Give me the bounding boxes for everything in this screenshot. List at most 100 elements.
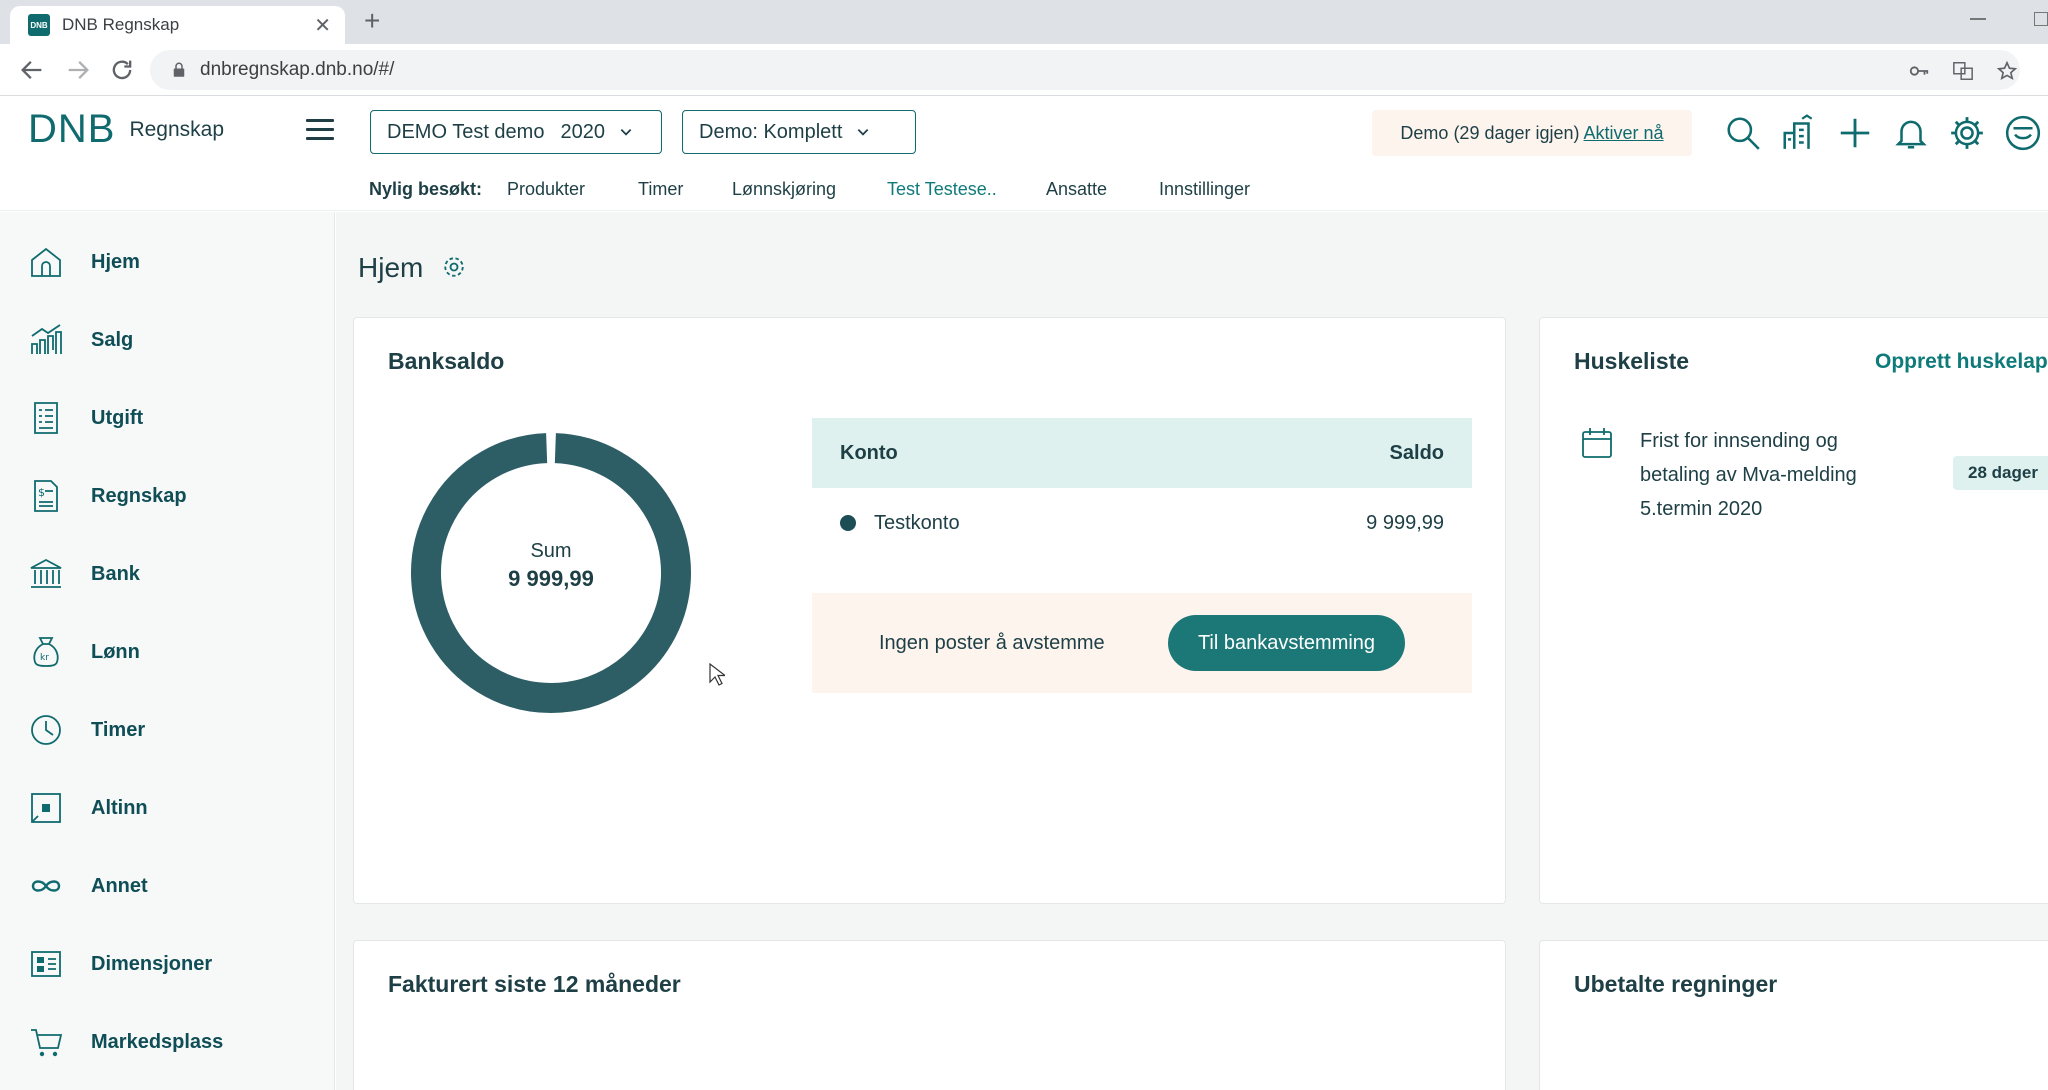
fakturert-title: Fakturert siste 12 måneder: [388, 971, 681, 997]
sidebar-item-timer[interactable]: Timer: [0, 700, 335, 760]
donut-sum-value: 9 999,99: [508, 566, 594, 591]
sidebar-item-markedsplass[interactable]: Markedsplass: [0, 1012, 335, 1072]
back-arrow-icon[interactable]: [18, 56, 46, 84]
plan-select[interactable]: Demo: Komplett: [682, 110, 916, 154]
key-icon[interactable]: [1908, 60, 1930, 82]
new-tab-icon[interactable]: +: [364, 6, 380, 36]
recent-link-innstillinger[interactable]: Innstillinger: [1159, 179, 1250, 200]
sidebar-label: Lønn: [91, 640, 140, 663]
company-select-label: DEMO Test demo: [387, 120, 545, 143]
logo-text: DNB: [28, 107, 116, 151]
sidebar-label: Annet: [91, 874, 148, 897]
browser-tab[interactable]: DNB DNB Regnskap ✕: [10, 6, 345, 44]
menu-icon[interactable]: [306, 119, 334, 143]
sidebar-item-utgift[interactable]: Utgift: [0, 388, 335, 448]
sidebar-item-dimensjoner[interactable]: Dimensjoner: [0, 934, 335, 994]
app-header: DNB Regnskap DEMO Test demo 2020 Demo: K…: [0, 97, 2048, 169]
column-header-konto: Konto: [840, 441, 898, 464]
mouse-cursor-icon: [709, 663, 725, 686]
sidebar-item-hjem[interactable]: Hjem: [0, 232, 335, 292]
recent-link-test-testese[interactable]: Test Testese..: [887, 179, 997, 200]
tab-close-icon[interactable]: ✕: [314, 13, 331, 38]
dnb-favicon-icon: DNB: [28, 14, 50, 36]
recent-link-produkter[interactable]: Produkter: [507, 179, 585, 200]
sidebar-label: Salg: [91, 328, 134, 351]
sidebar-item-regnskap[interactable]: $ Regnskap: [0, 466, 335, 526]
sidebar-label: Bank: [91, 562, 140, 585]
reconciliation-notice: Ingen poster å avstemme Til bankavstemmi…: [812, 593, 1472, 693]
svg-text:kr: kr: [40, 653, 49, 663]
reload-icon[interactable]: [108, 56, 136, 84]
settings-gear-icon[interactable]: [1948, 114, 1986, 152]
address-bar[interactable]: dnbregnskap.dnb.no/#/: [150, 50, 2020, 90]
account-balance-table: Konto Saldo Testkonto 9 999,99: [812, 418, 1472, 558]
sidebar-item-altinn[interactable]: Altinn: [0, 778, 335, 838]
recently-visited-label: Nylig besøkt:: [369, 179, 483, 199]
window-maximize-icon[interactable]: [2034, 12, 2048, 26]
search-icon[interactable]: [1724, 114, 1762, 152]
sales-chart-icon: [31, 324, 62, 354]
sidebar-label: Markedsplass: [91, 1030, 224, 1053]
money-bag-icon: kr: [33, 637, 59, 667]
sidebar-item-bank[interactable]: Bank: [0, 544, 335, 604]
donut-sum-label: Sum: [530, 540, 572, 562]
cart-icon: [31, 1029, 63, 1057]
sidebar-label: Utgift: [91, 406, 144, 429]
plan-select-label: Demo: Komplett: [699, 120, 843, 143]
calendar-icon: [1582, 428, 1612, 458]
ledger-icon: $: [34, 480, 58, 512]
create-reminder-link[interactable]: Opprett huskelap: [1875, 350, 2048, 374]
browser-toolbar: dnbregnskap.dnb.no/#/: [0, 44, 2048, 96]
reconciliation-text: Ingen poster å avstemme: [879, 631, 1105, 654]
chevron-down-icon: [858, 129, 869, 136]
page-settings-gear-icon[interactable]: [440, 253, 468, 281]
chevron-down-icon: [620, 129, 632, 136]
banksaldo-title: Banksaldo: [388, 348, 505, 374]
sidebar-label: Dimensjoner: [91, 952, 213, 975]
home-icon: [31, 247, 61, 277]
sidebar-item-annet[interactable]: Annet: [0, 856, 335, 916]
bell-icon[interactable]: [1892, 114, 1930, 152]
tab-title: DNB Regnskap: [62, 15, 180, 34]
ubetalte-title: Ubetalte regninger: [1574, 971, 1778, 997]
recent-link-ansatte[interactable]: Ansatte: [1046, 179, 1107, 200]
clock-icon: [31, 715, 61, 745]
document-upload-icon[interactable]: [1780, 114, 1818, 152]
recently-visited-bar: Nylig besøkt: Produkter Timer Lønnskjøri…: [0, 169, 2048, 211]
sidebar-label: Hjem: [91, 250, 140, 273]
receipt-icon: [34, 402, 58, 434]
recent-link-lonnskjoring[interactable]: Lønnskjøring: [732, 179, 836, 200]
url-text: dnbregnskap.dnb.no/#/: [200, 59, 395, 80]
user-avatar-icon[interactable]: [2004, 114, 2042, 152]
fakturert-card: Fakturert siste 12 måneder: [353, 940, 1506, 1090]
altinn-icon: [31, 793, 61, 823]
dimensions-icon: [31, 951, 61, 977]
account-color-dot: [840, 515, 856, 531]
days-left-badge: 28 dager: [1953, 456, 2048, 490]
account-name: Testkonto: [874, 511, 960, 534]
ubetalte-card: Ubetalte regninger: [1539, 940, 2048, 1090]
recent-link-timer[interactable]: Timer: [638, 179, 683, 200]
app-name: Regnskap: [129, 117, 225, 141]
column-header-saldo: Saldo: [1389, 441, 1444, 464]
browser-tabstrip: DNB DNB Regnskap ✕ +: [0, 0, 2048, 44]
company-select[interactable]: DEMO Test demo 2020: [370, 110, 662, 154]
bank-reconciliation-button[interactable]: Til bankavstemming: [1168, 615, 1405, 671]
translate-icon[interactable]: [1952, 60, 1974, 82]
company-select-year: 2020: [560, 120, 605, 143]
plus-icon[interactable]: [1836, 114, 1874, 152]
sidebar-label: Regnskap: [91, 484, 187, 507]
huskeliste-title: Huskeliste: [1574, 348, 1690, 374]
table-row[interactable]: Testkonto 9 999,99: [812, 488, 1472, 558]
reminder-text[interactable]: Frist for innsending og betaling av Mva-…: [1640, 424, 1900, 526]
account-name-cell: Testkonto: [840, 512, 960, 535]
bank-icon: [30, 558, 62, 588]
sidebar-item-lonn[interactable]: kr Lønn: [0, 622, 335, 682]
window-minimize-icon[interactable]: [1970, 18, 1986, 20]
dnb-logo[interactable]: DNB Regnskap: [28, 107, 224, 152]
forward-arrow-icon[interactable]: [64, 56, 92, 84]
activate-link[interactable]: Aktiver nå: [1584, 123, 1664, 144]
bookmark-star-icon[interactable]: [1996, 60, 2018, 82]
infinity-icon: [31, 880, 61, 892]
sidebar-item-salg[interactable]: Salg: [0, 310, 335, 370]
